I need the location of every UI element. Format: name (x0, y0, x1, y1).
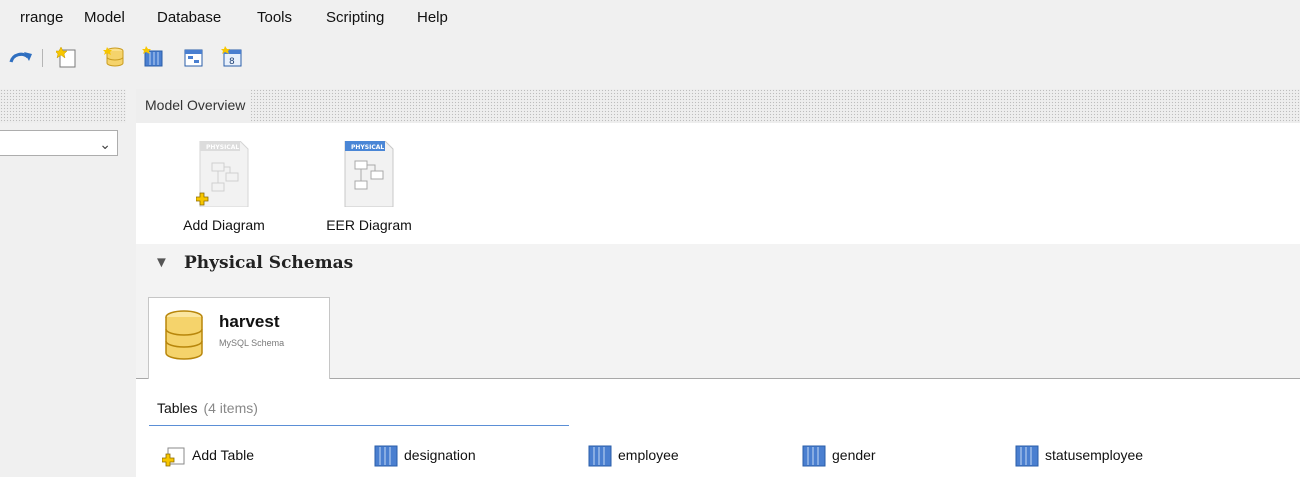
add-schema-icon[interactable] (103, 46, 125, 68)
toolbar-separator (42, 49, 43, 67)
table-name: employee (618, 447, 679, 463)
add-diagram-button[interactable]: PHYSICAL Add Diagram (169, 140, 279, 233)
add-diagram-label: Add Diagram (183, 217, 265, 233)
chevron-down-icon: ⌄ (99, 136, 111, 152)
database-icon (163, 309, 205, 366)
table-name: statusemployee (1045, 447, 1144, 463)
physical-schemas-header[interactable]: ▼ Physical Schemas (136, 244, 1300, 284)
add-view-icon[interactable] (182, 46, 204, 68)
add-routine-icon[interactable]: 8 (221, 46, 243, 68)
toolbar: 8 (0, 36, 1300, 89)
menu-tools[interactable]: Tools (257, 9, 292, 26)
menu-scripting[interactable]: Scripting (326, 9, 384, 26)
add-table-icon[interactable] (142, 46, 164, 68)
schema-name: harvest (219, 312, 280, 331)
eer-diagram-label: EER Diagram (326, 217, 412, 233)
schema-type: MySQL Schema (219, 338, 285, 348)
menu-arrange[interactable]: rrange (20, 9, 63, 26)
new-document-icon[interactable] (54, 46, 78, 68)
tables-label: Tables (157, 400, 198, 416)
table-icon (802, 444, 828, 471)
collapse-arrow-icon[interactable]: ▼ (154, 254, 169, 271)
menu-model[interactable]: Model (84, 9, 125, 26)
tables-section-label[interactable]: Tables (4 items) (157, 400, 258, 416)
table-icon (374, 444, 400, 471)
redo-icon[interactable] (9, 46, 35, 68)
page-title: Model Overview (136, 89, 252, 123)
menu-help[interactable]: Help (417, 9, 448, 26)
table-icon (588, 444, 614, 471)
menu-database[interactable]: Database (157, 9, 221, 26)
diagram-badge: PHYSICAL (351, 144, 384, 151)
eer-diagram-icon: PHYSICAL (341, 140, 397, 208)
sidebar: ⌄ (0, 123, 126, 477)
physical-schemas-title: Physical Schemas (184, 253, 354, 273)
menu-bar: rrange Model Database Tools Scripting He… (0, 0, 1300, 36)
add-table-icon (161, 444, 188, 471)
table-icon (1015, 444, 1041, 471)
schema-tab-strip: harvest MySQL Schema (136, 284, 1300, 379)
schema-tab-harvest[interactable]: harvest MySQL Schema (148, 297, 330, 379)
model-overview-header: Model Overview (136, 89, 1300, 123)
table-name: designation (404, 447, 476, 463)
eer-diagram-button[interactable]: PHYSICAL EER Diagram (314, 140, 424, 233)
tables-count: (4 items) (203, 400, 258, 416)
add-table-label: Add Table (192, 447, 255, 463)
panel-splitter[interactable] (126, 89, 136, 477)
diagram-badge: PHYSICAL (206, 144, 239, 151)
sidebar-dropdown[interactable]: ⌄ (0, 130, 118, 156)
svg-text:8: 8 (229, 57, 235, 67)
sidebar-header (0, 89, 126, 123)
add-diagram-icon: PHYSICAL (195, 140, 252, 208)
table-name: gender (832, 447, 876, 463)
model-overview-panel: PHYSICAL Add Diagram PHYSICAL EER Diagra… (136, 123, 1300, 477)
tables-section-underline (149, 425, 569, 426)
